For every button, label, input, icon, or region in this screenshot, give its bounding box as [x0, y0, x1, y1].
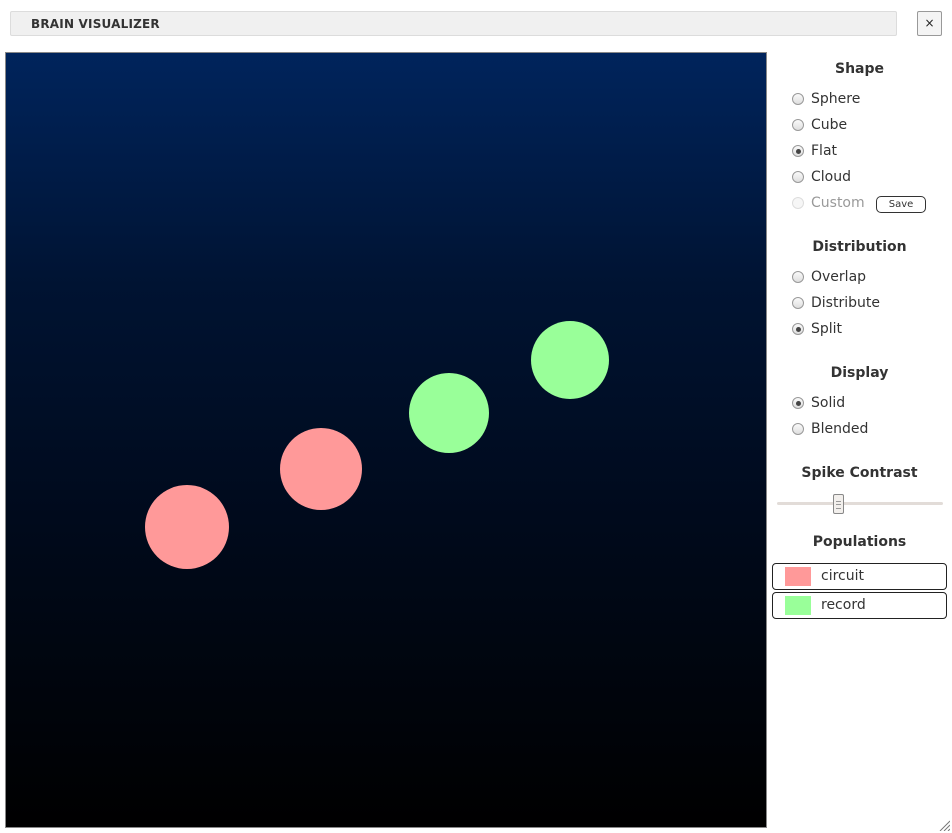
population-label: record	[821, 597, 866, 613]
radio-label: Split	[811, 321, 843, 337]
window-titlebar: BRAIN VISUALIZER	[10, 11, 897, 36]
population-color-swatch[interactable]	[785, 567, 811, 586]
radio-label: Distribute	[811, 295, 880, 311]
shape-option-cube[interactable]: Cube	[792, 116, 847, 134]
radio-solid[interactable]	[792, 397, 804, 409]
populations-title: Populations	[812, 534, 907, 550]
close-button[interactable]: ×	[917, 11, 942, 36]
radio-label: Blended	[811, 421, 869, 437]
shape-option-cloud[interactable]: Cloud	[792, 168, 851, 186]
shape-option-sphere[interactable]: Sphere	[792, 90, 860, 108]
radio-label: Flat	[811, 143, 838, 159]
distribution-option-split[interactable]: Split	[792, 320, 842, 338]
distribution-title: Distribution	[812, 239, 907, 255]
population-item-circuit[interactable]: circuit	[772, 563, 947, 590]
save-custom-shape-button[interactable]: Save	[876, 196, 926, 213]
radio-distribute[interactable]	[792, 297, 804, 309]
radio-label: Solid	[811, 395, 846, 411]
resize-grip-icon[interactable]	[938, 819, 950, 831]
neuron-canvas	[145, 321, 609, 569]
display-option-blended[interactable]: Blended	[792, 420, 868, 438]
distribution-option-distribute[interactable]: Distribute	[792, 294, 880, 312]
radio-label: Cloud	[811, 169, 851, 185]
radio-split[interactable]	[792, 323, 804, 335]
neuron-record-1	[409, 373, 489, 453]
radio-label: Sphere	[811, 91, 861, 107]
window-title: BRAIN VISUALIZER	[31, 17, 160, 31]
radio-cube[interactable]	[792, 119, 804, 131]
neuron-record-2	[531, 321, 609, 399]
radio-overlap[interactable]	[792, 271, 804, 283]
spike-contrast-title: Spike Contrast	[801, 465, 918, 481]
spike-contrast-slider-track[interactable]	[777, 502, 943, 505]
population-label: circuit	[821, 568, 864, 584]
radio-blended[interactable]	[792, 423, 804, 435]
display-title: Display	[830, 365, 889, 381]
neuron-circuit-1	[145, 485, 229, 569]
shape-option-flat[interactable]: Flat	[792, 142, 837, 160]
brain-viewport[interactable]	[5, 52, 767, 828]
display-option-solid[interactable]: Solid	[792, 394, 845, 412]
radio-label: Cube	[811, 117, 848, 133]
radio-label: Overlap	[811, 269, 867, 285]
radio-custom	[792, 197, 804, 209]
radio-sphere[interactable]	[792, 93, 804, 105]
spike-contrast-slider-handle[interactable]	[832, 494, 844, 514]
shape-title: Shape	[834, 61, 884, 77]
close-icon: ×	[924, 16, 935, 30]
radio-flat[interactable]	[792, 145, 804, 157]
radio-cloud[interactable]	[792, 171, 804, 183]
population-item-record[interactable]: record	[772, 592, 947, 619]
shape-option-custom: Custom	[792, 194, 865, 212]
radio-label: Custom	[811, 195, 865, 211]
neuron-circuit-2	[280, 428, 362, 510]
distribution-option-overlap[interactable]: Overlap	[792, 268, 866, 286]
population-color-swatch[interactable]	[785, 596, 811, 615]
